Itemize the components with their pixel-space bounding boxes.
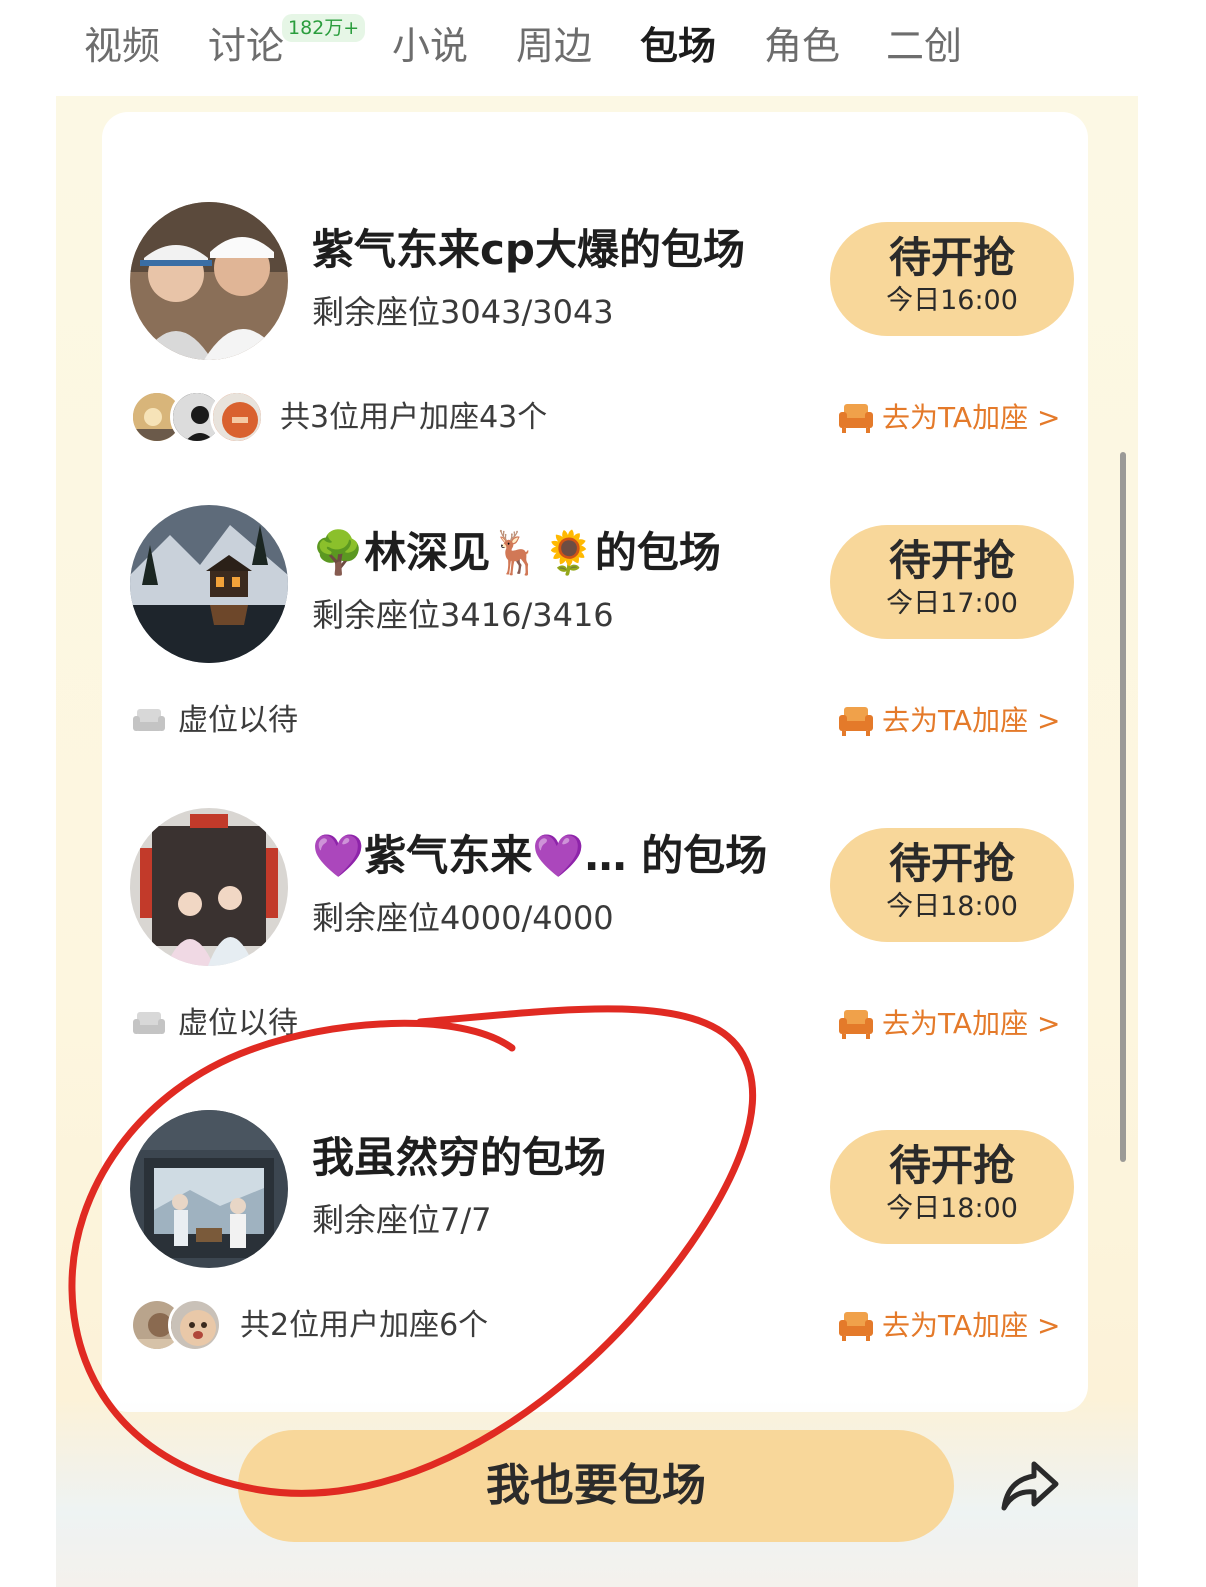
add-seat-label: 去为TA加座 > bbox=[882, 704, 1061, 737]
sofa-icon bbox=[838, 1310, 874, 1342]
remaining-seats: 剩余座位4000/4000 bbox=[312, 899, 614, 937]
remaining-seats: 剩余座位3416/3416 bbox=[312, 596, 614, 634]
tab-discussion[interactable]: 讨论 bbox=[208, 22, 284, 70]
empty-seat-text: 虚位以待 bbox=[178, 703, 298, 738]
screening-card[interactable]: 我虽然穷的包场 剩余座位7/7 待开抢 今日18:00 共2位用户加座6个 去为… bbox=[126, 1110, 1076, 1410]
tab-merch[interactable]: 周边 bbox=[516, 22, 592, 70]
app-frame: 视频 讨论 182万+ 小说 周边 包场 角色 二创 紫气东来cp大爆的包场 剩… bbox=[56, 0, 1138, 1587]
tab-private-screening[interactable]: 包场 bbox=[640, 22, 716, 70]
add-seat-label: 去为TA加座 > bbox=[882, 1007, 1061, 1040]
discussion-count-badge: 182万+ bbox=[282, 14, 366, 42]
add-seat-link[interactable]: 去为TA加座 > bbox=[838, 1306, 1060, 1346]
grab-label: 待开抢 bbox=[888, 1141, 1015, 1190]
grab-seat-button[interactable]: 待开抢 今日16:00 bbox=[830, 222, 1074, 336]
grab-time: 今日18:00 bbox=[886, 891, 1018, 922]
grab-seat-button[interactable]: 待开抢 今日18:00 bbox=[830, 1130, 1074, 1244]
add-seat-link[interactable]: 去为TA加座 > bbox=[838, 701, 1060, 741]
joined-users-text: 共3位用户加座43个 bbox=[280, 400, 548, 435]
create-screening-button[interactable]: 我也要包场 bbox=[238, 1430, 954, 1542]
grab-seat-button[interactable]: 待开抢 今日18:00 bbox=[830, 828, 1074, 942]
screening-card[interactable]: 🌳林深见🦌🌻的包场 剩余座位3416/3416 待开抢 今日17:00 虚位以待… bbox=[126, 505, 1076, 805]
screening-title: 💜紫气东来💜… 的包场 bbox=[312, 831, 768, 880]
screening-avatar bbox=[130, 1110, 288, 1268]
tab-novel[interactable]: 小说 bbox=[392, 22, 468, 70]
empty-seat-text: 虚位以待 bbox=[178, 1006, 298, 1041]
remaining-seats: 剩余座位7/7 bbox=[312, 1201, 492, 1239]
screening-title: 紫气东来cp大爆的包场 bbox=[312, 225, 745, 274]
screening-title: 我虽然穷的包场 bbox=[312, 1133, 607, 1182]
add-seat-label: 去为TA加座 > bbox=[882, 401, 1061, 434]
grab-time: 今日17:00 bbox=[886, 588, 1018, 619]
empty-seat-icon bbox=[132, 707, 166, 737]
screening-card[interactable]: 💜紫气东来💜… 的包场 剩余座位4000/4000 待开抢 今日18:00 虚位… bbox=[126, 808, 1076, 1108]
grab-label: 待开抢 bbox=[888, 536, 1015, 585]
remaining-seats: 剩余座位3043/3043 bbox=[312, 293, 614, 331]
screening-card[interactable]: 紫气东来cp大爆的包场 剩余座位3043/3043 待开抢 今日16:00 共3… bbox=[126, 202, 1076, 502]
sofa-icon bbox=[838, 402, 874, 434]
add-seat-link[interactable]: 去为TA加座 > bbox=[838, 398, 1060, 438]
screening-avatar bbox=[130, 808, 288, 966]
tab-video[interactable]: 视频 bbox=[84, 22, 160, 70]
user-avatar bbox=[168, 1298, 222, 1352]
user-avatar bbox=[210, 390, 264, 444]
grab-time: 今日16:00 bbox=[886, 285, 1018, 316]
add-seat-label: 去为TA加座 > bbox=[882, 1309, 1061, 1342]
grab-seat-button[interactable]: 待开抢 今日17:00 bbox=[830, 525, 1074, 639]
scrollbar[interactable] bbox=[1120, 452, 1126, 1162]
screening-avatar bbox=[130, 505, 288, 663]
tab-fan-creations[interactable]: 二创 bbox=[886, 22, 962, 70]
grab-label: 待开抢 bbox=[888, 839, 1015, 888]
tab-bar: 视频 讨论 182万+ 小说 周边 包场 角色 二创 bbox=[56, 0, 1138, 96]
grab-label: 待开抢 bbox=[888, 233, 1015, 282]
sofa-icon bbox=[838, 1008, 874, 1040]
empty-seat-icon bbox=[132, 1010, 166, 1040]
sofa-icon bbox=[838, 705, 874, 737]
add-seat-link[interactable]: 去为TA加座 > bbox=[838, 1004, 1060, 1044]
joined-users-text: 共2位用户加座6个 bbox=[240, 1308, 489, 1343]
screening-title: 🌳林深见🦌🌻的包场 bbox=[312, 528, 721, 577]
share-arrow-icon[interactable] bbox=[1000, 1458, 1060, 1514]
grab-time: 今日18:00 bbox=[886, 1193, 1018, 1224]
screening-avatar bbox=[130, 202, 288, 360]
tab-characters[interactable]: 角色 bbox=[764, 22, 840, 70]
